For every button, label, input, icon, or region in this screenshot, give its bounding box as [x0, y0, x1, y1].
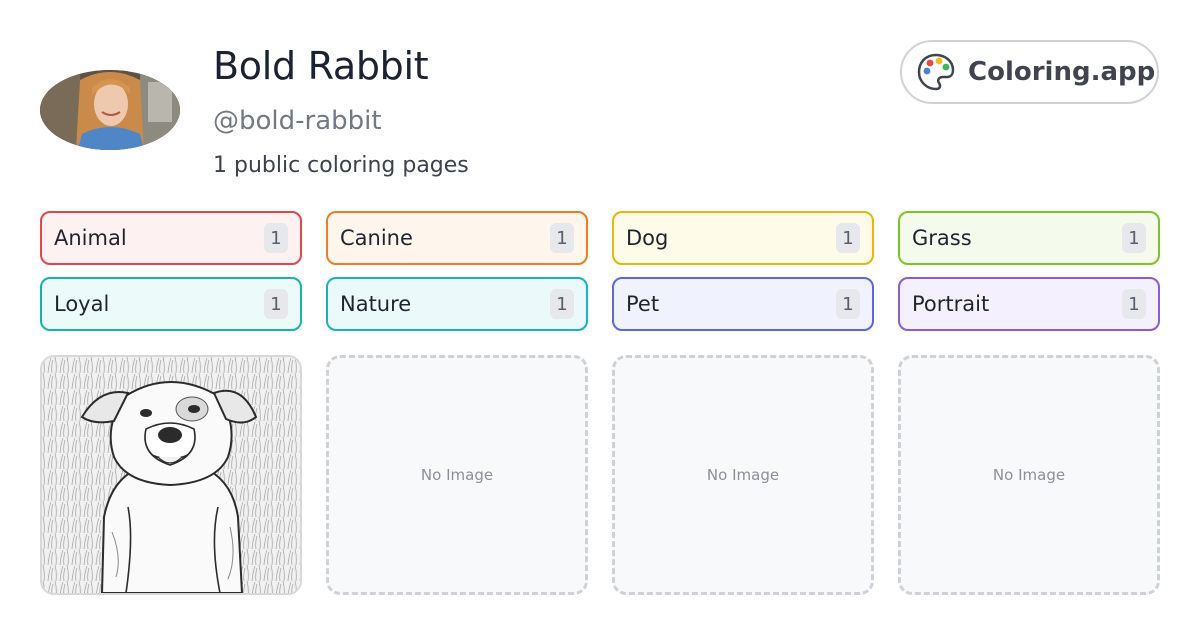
empty-card-placeholder: No Image — [898, 355, 1160, 595]
tag-count: 1 — [264, 289, 288, 319]
tag-grass[interactable]: Grass 1 — [898, 211, 1160, 265]
tag-nature[interactable]: Nature 1 — [326, 277, 588, 331]
tag-dog[interactable]: Dog 1 — [612, 211, 874, 265]
tag-canine[interactable]: Canine 1 — [326, 211, 588, 265]
tag-loyal[interactable]: Loyal 1 — [40, 277, 302, 331]
avatar — [40, 70, 180, 150]
coloring-page-card[interactable] — [40, 355, 302, 595]
profile-handle: @bold-rabbit — [213, 106, 382, 136]
tag-label: Nature — [340, 292, 412, 316]
tag-portrait[interactable]: Portrait 1 — [898, 277, 1160, 331]
tag-pet[interactable]: Pet 1 — [612, 277, 874, 331]
tag-count: 1 — [1122, 289, 1146, 319]
public-pages-count: 1 public coloring pages — [213, 153, 469, 178]
tag-label: Loyal — [54, 292, 110, 316]
tag-count: 1 — [264, 223, 288, 253]
tag-count: 1 — [550, 223, 574, 253]
no-image-label: No Image — [420, 466, 494, 484]
tag-label: Portrait — [912, 292, 990, 316]
tag-count: 1 — [1122, 223, 1146, 253]
dog-coloring-image — [42, 357, 300, 593]
tag-label: Dog — [626, 226, 669, 250]
profile-name: Bold Rabbit — [213, 44, 429, 88]
tag-count: 1 — [836, 223, 860, 253]
empty-card-placeholder: No Image — [326, 355, 588, 595]
tag-label: Animal — [54, 226, 127, 250]
empty-card-placeholder: No Image — [612, 355, 874, 595]
no-image-label: No Image — [706, 466, 780, 484]
tag-label: Grass — [912, 226, 972, 250]
tag-label: Pet — [626, 292, 660, 316]
tag-count: 1 — [550, 289, 574, 319]
brand-label: Coloring.app — [968, 57, 1156, 87]
coloring-app-brand-link[interactable]: Coloring.app — [900, 40, 1159, 104]
tag-animal[interactable]: Animal 1 — [40, 211, 302, 265]
tag-count: 1 — [836, 289, 860, 319]
no-image-label: No Image — [992, 466, 1066, 484]
tag-label: Canine — [340, 226, 413, 250]
palette-icon — [917, 53, 955, 91]
